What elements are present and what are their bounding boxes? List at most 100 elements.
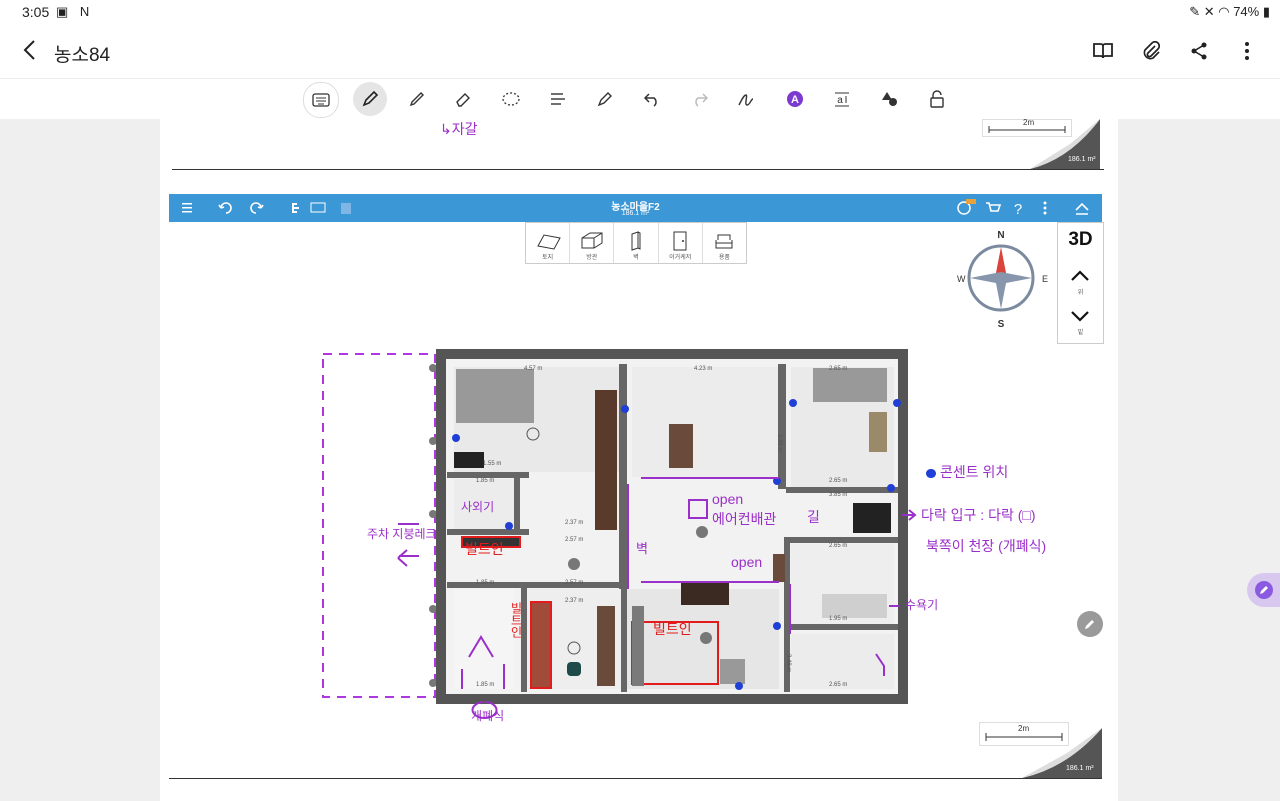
svg-text:3.48 m: 3.48 m [785,654,791,672]
svg-text:1.55 m: 1.55 m [483,461,501,467]
redo-button[interactable] [683,82,717,116]
lamp-5 [700,632,712,644]
desk [669,424,693,468]
wardrobe [595,390,617,530]
status-right: ✎ ✕ ◠ 74% ▮ [1189,4,1270,20]
annotation-shower: 수욕기 [905,598,939,612]
share-icon [1191,42,1207,60]
bookshelf [773,554,785,582]
highlighter-button[interactable] [400,82,434,116]
annotation-sajaki: 사외기 [461,500,495,514]
svg-text:2.65 m: 2.65 m [829,543,847,549]
shapes-button[interactable] [873,82,907,116]
spen-floating-button[interactable] [1247,573,1280,607]
area-label: 186.1 m² [1066,765,1094,772]
svg-text:3.85 m: 3.85 m [829,492,847,498]
text-style-button[interactable]: A [778,82,812,116]
read-mode-button[interactable] [1088,36,1118,66]
annotation-builtin-2: 빌트인 [509,602,523,638]
text-box-button[interactable]: a [825,82,859,116]
bed-1 [456,369,534,423]
lamp-2 [568,558,580,570]
counter [632,606,644,686]
more-options-button[interactable] [1232,36,1262,66]
status-time: 3:05 [22,4,50,20]
pen-toolbar: A a [0,78,1280,120]
annotation-outlet: 콘센트 위치 [940,464,1009,480]
svg-text:4.23 m: 4.23 m [694,366,712,372]
svg-text:2.37 m: 2.37 m [565,598,583,604]
svg-text:3.48 m: 3.48 m [776,434,782,452]
paperclip-icon [1143,40,1161,60]
svg-text:2.65 m: 2.65 m [829,478,847,484]
outlet-legend-dot [926,469,936,478]
annotation-builtin-1: 빌트인 [465,541,504,557]
annotation-attic: 다락 입구 : 다락 (□) [921,507,1036,523]
pen-icon [362,90,379,107]
undo-button[interactable] [635,82,669,116]
bed-2 [813,368,887,402]
side-table [869,412,887,452]
bathtub [822,594,887,618]
app-actions [1088,36,1262,66]
redo-icon [695,93,709,107]
attach-button[interactable] [1136,36,1166,66]
svg-text:A: A [791,94,799,106]
text-recognize-button[interactable] [541,82,575,116]
keyboard-button[interactable] [303,82,339,118]
lasso-button[interactable] [494,82,528,116]
stove [681,581,729,605]
svg-text:1.85 m: 1.85 m [476,580,494,586]
handwriting-button[interactable] [730,82,764,116]
stool [567,662,581,676]
text-lines-icon [551,93,565,105]
room-living [632,367,778,477]
annotation-open-1: open [712,491,744,507]
back-button[interactable] [18,36,44,64]
annotation-aircon: 에어컨배관 [712,511,777,527]
area-label-top: 186.1 m² [1068,156,1096,163]
svg-text:2.37 m: 2.37 m [565,520,583,526]
dresser [454,452,484,468]
text-box-icon: a [835,92,849,107]
spen-icon [1254,581,1273,599]
pen-tool-button[interactable] [353,82,387,116]
keyboard-icon [312,93,330,107]
svg-text:1.95 m: 1.95 m [829,616,847,622]
annotation-wall: 벽 [636,541,648,556]
annotation-gravel: ↳자갈 [440,121,478,137]
fridge [720,659,745,684]
battery-icon: ▮ [1259,4,1270,19]
back-arrow-icon [23,40,35,60]
undo-icon [643,93,657,107]
status-bar: 3:05 ▣ N ✎ ✕ ◠ 74% ▮ [0,0,1280,24]
pen-settings-button[interactable] [588,82,622,116]
pen-edit-icon [597,92,612,107]
book-icon [1093,43,1113,59]
lock-button[interactable] [920,82,954,116]
handwriting-text-icon [738,94,754,106]
more-vert-icon [1245,42,1249,60]
svg-text:1.85 m: 1.85 m [476,682,494,688]
shelf-2 [597,606,615,686]
annotation-north-window: 북쪽이 천장 (개폐식) [926,538,1047,554]
builtin-shelf [530,601,552,689]
highlighter-icon [409,92,424,107]
annotation-openable: 개폐식 [471,709,505,723]
eraser-button[interactable] [446,82,480,116]
edit-fab-button[interactable] [1077,611,1103,637]
shapes-icon [882,92,897,106]
svg-text:1.85 m: 1.85 m [476,478,494,484]
annotation-builtin-3: 빌트인 [653,621,692,637]
lasso-icon [502,92,520,106]
lamp-4 [696,526,708,538]
svg-text:2.65 m: 2.65 m [829,682,847,688]
note-title: 농소84 [54,45,111,66]
floorplan-screenshot[interactable]: 농소마을F2 186.1 m² ? 토지 방관 벽 이거케저 용품 N S W … [169,194,1104,779]
annotation-open-2: open [731,554,763,570]
notification-icons: ▣ N [56,4,94,19]
battery-level: 74% [1233,4,1260,19]
previous-image: ↳자갈 2m 186.1 m² [172,118,1104,170]
room-small-3 [791,634,894,689]
share-button[interactable] [1184,36,1214,66]
